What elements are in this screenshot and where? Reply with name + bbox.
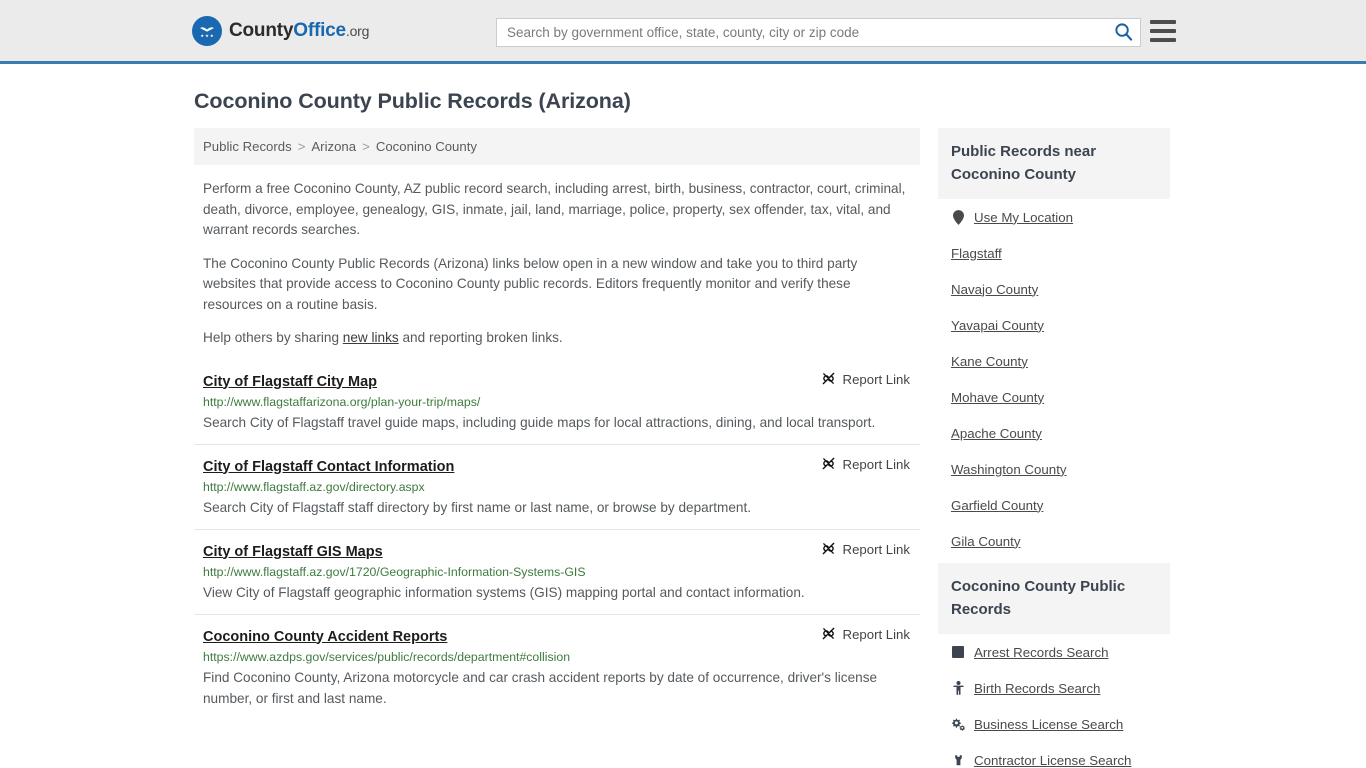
nearby-link[interactable]: Navajo County (951, 282, 1038, 297)
result-title-link[interactable]: Coconino County Accident Reports (203, 629, 447, 645)
sidebar-item-contractor-license-search[interactable]: Contractor License Search (938, 742, 1170, 768)
intro-paragraph-2: The Coconino County Public Records (Ariz… (203, 255, 858, 312)
panel-public-records-near: Public Records near Coconino County Use … (938, 128, 1170, 559)
map-pin-icon (951, 209, 965, 225)
sidebar: Public Records near Coconino County Use … (938, 128, 1170, 768)
intro-text-before-link: Help others by sharing (203, 330, 343, 345)
panel-heading-nearby: Public Records near Coconino County (938, 128, 1170, 199)
search-input[interactable] (497, 19, 1106, 46)
nearby-link[interactable]: Mohave County (951, 390, 1044, 405)
nearby-link[interactable]: Garfield County (951, 498, 1043, 513)
result-description: View City of Flagstaff geographic inform… (203, 584, 805, 600)
broken-link-icon (821, 626, 836, 644)
sidebar-item-kane-county[interactable]: Kane County (938, 343, 1170, 379)
intro-text-after-link: and reporting broken links. (398, 330, 563, 345)
nearby-list: Use My Location Flagstaff Navajo County … (938, 199, 1170, 559)
site-header: CountyOffice.org (0, 0, 1366, 64)
nearby-link[interactable]: Kane County (951, 354, 1028, 369)
result-url: https://www.azdps.gov/services/public/re… (203, 649, 571, 664)
breadcrumb-item-public-records[interactable]: Public Records (203, 139, 292, 154)
breadcrumb-separator: > (297, 139, 306, 154)
report-link-button[interactable]: Report Link (821, 541, 920, 559)
sidebar-item-birth-records-search[interactable]: Birth Records Search (938, 670, 1170, 706)
main-content: Public Records > Arizona > Coconino Coun… (194, 128, 920, 731)
records-link[interactable]: Contractor License Search (974, 753, 1131, 768)
broken-link-icon (821, 541, 836, 559)
sidebar-item-flagstaff[interactable]: Flagstaff (938, 235, 1170, 271)
result-title-link[interactable]: City of Flagstaff City Map (203, 374, 377, 390)
logo-text-tld: .org (345, 22, 370, 39)
sidebar-item-yavapai-county[interactable]: Yavapai County (938, 307, 1170, 343)
logo-text-office: Office (293, 19, 346, 41)
sidebar-item-gila-county[interactable]: Gila County (938, 523, 1170, 559)
report-link-label: Report Link (842, 627, 910, 642)
intro-paragraph-1: Perform a free Coconino County, AZ publi… (203, 181, 906, 237)
report-link-button[interactable]: Report Link (821, 371, 920, 389)
hamburger-menu-icon-bar (1150, 38, 1176, 42)
nearby-link[interactable]: Flagstaff (951, 246, 1002, 261)
sidebar-item-navajo-county[interactable]: Navajo County (938, 271, 1170, 307)
hard-hat-icon (951, 754, 965, 766)
records-link[interactable]: Birth Records Search (974, 681, 1100, 696)
records-link[interactable]: Business License Search (974, 717, 1123, 732)
use-my-location-link[interactable]: Use My Location (974, 210, 1073, 225)
breadcrumb: Public Records > Arizona > Coconino Coun… (194, 128, 920, 165)
sidebar-item-mohave-county[interactable]: Mohave County (938, 379, 1170, 415)
result-description: Search City of Flagstaff travel guide ma… (203, 414, 876, 430)
result-item: City of Flagstaff Contact Information Re… (194, 456, 920, 530)
nearby-link[interactable]: Gila County (951, 534, 1020, 549)
nearby-link[interactable]: Apache County (951, 426, 1042, 441)
sidebar-item-garfield-county[interactable]: Garfield County (938, 487, 1170, 523)
result-url: http://www.flagstaff.az.gov/1720/Geograp… (203, 564, 586, 579)
page-body: Coconino County Public Records (Arizona)… (0, 89, 1366, 768)
search-button[interactable] (1106, 19, 1140, 46)
report-link-label: Report Link (842, 372, 910, 387)
intro-paragraph-3: Help others by sharing new links and rep… (203, 328, 913, 349)
logo-text-county: County (229, 19, 294, 41)
nearby-link[interactable]: Washington County (951, 462, 1067, 477)
result-item: Coconino County Accident Reports Report … (194, 626, 920, 720)
hamburger-menu-icon-bar (1150, 20, 1176, 24)
records-link[interactable]: Arrest Records Search (974, 645, 1109, 660)
site-logo[interactable]: CountyOffice.org (192, 15, 369, 46)
broken-link-icon (821, 371, 836, 389)
breadcrumb-separator: > (362, 139, 370, 154)
result-url: http://www.flagstaffarizona.org/plan-you… (203, 394, 481, 409)
panel-heading-records: Coconino County Public Records (938, 563, 1170, 634)
report-link-label: Report Link (842, 542, 910, 557)
panel-coconino-county-public-records: Coconino County Public Records Arrest Re… (938, 563, 1170, 768)
sidebar-item-apache-county[interactable]: Apache County (938, 415, 1170, 451)
result-description: Find Coconino County, Arizona motorcycle… (203, 669, 878, 706)
nearby-link[interactable]: Yavapai County (951, 318, 1044, 333)
cogs-icon (951, 718, 965, 731)
fingerprint-icon (951, 646, 965, 658)
search-bar (496, 18, 1141, 47)
result-item: City of Flagstaff GIS Maps Report Link h… (194, 541, 920, 615)
logo-text: CountyOffice.org (229, 20, 369, 42)
breadcrumb-item-arizona[interactable]: Arizona (311, 139, 356, 154)
sidebar-item-washington-county[interactable]: Washington County (938, 451, 1170, 487)
result-title-link[interactable]: City of Flagstaff GIS Maps (203, 544, 383, 560)
hamburger-menu-button[interactable] (1150, 20, 1176, 42)
new-links-link[interactable]: new links (343, 330, 399, 345)
hamburger-menu-icon-bar (1150, 29, 1176, 33)
result-item: City of Flagstaff City Map Report Link h… (194, 371, 920, 445)
report-link-button[interactable]: Report Link (821, 456, 920, 474)
records-list: Arrest Records Search Birth Records Sear… (938, 634, 1170, 768)
breadcrumb-item-coconino-county: Coconino County (375, 139, 477, 154)
eagle-stars-emblem-icon (192, 15, 222, 46)
report-link-button[interactable]: Report Link (821, 626, 920, 644)
sidebar-item-use-my-location[interactable]: Use My Location (938, 199, 1170, 235)
sidebar-item-arrest-records-search[interactable]: Arrest Records Search (938, 634, 1170, 670)
sidebar-item-business-license-search[interactable]: Business License Search (938, 706, 1170, 742)
result-description: Search City of Flagstaff staff directory… (203, 499, 752, 515)
report-link-label: Report Link (842, 457, 910, 472)
baby-icon (951, 681, 965, 695)
page-title: Coconino County Public Records (Arizona) (194, 89, 631, 113)
result-title-link[interactable]: City of Flagstaff Contact Information (203, 459, 454, 475)
results-list: City of Flagstaff City Map Report Link h… (194, 371, 920, 720)
result-url: http://www.flagstaff.az.gov/directory.as… (203, 479, 425, 494)
broken-link-icon (821, 456, 836, 474)
search-icon (1114, 22, 1133, 44)
